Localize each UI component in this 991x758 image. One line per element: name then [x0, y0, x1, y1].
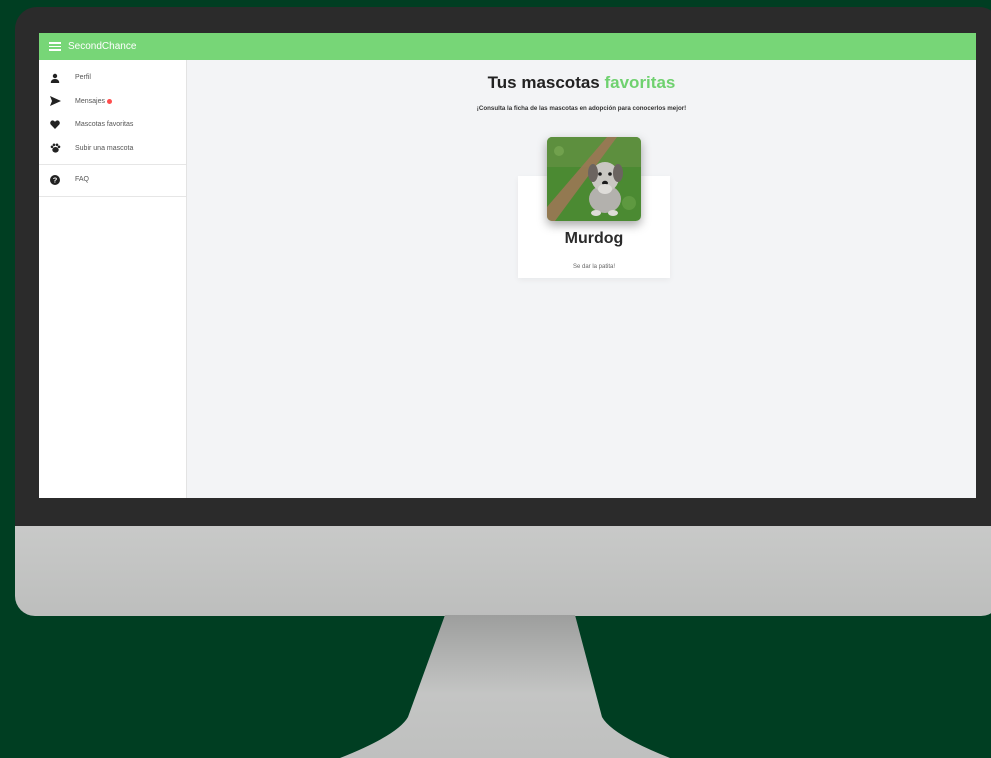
send-icon: [49, 95, 61, 107]
monitor-stand: [340, 615, 670, 758]
top-app-bar: SecondChance: [39, 33, 976, 60]
monitor-chin: [15, 520, 991, 616]
page-subtitle: ¡Consulta la ficha de las mascotas en ad…: [476, 105, 687, 112]
page-title-prefix: Tus mascotas: [487, 73, 605, 92]
app-screen: SecondChance Perfil Mensajes Mascotas fa…: [39, 33, 976, 498]
sidebar: Perfil Mensajes Mascotas favoritas Subir…: [39, 60, 187, 498]
sidebar-item-label: Perfil: [75, 74, 91, 82]
heart-icon: [49, 119, 61, 131]
page-title-accent: favoritas: [604, 73, 676, 92]
sidebar-secondary-group: ? FAQ: [39, 165, 186, 197]
app-title[interactable]: SecondChance: [68, 41, 136, 52]
sidebar-item-subir-una-mascota[interactable]: Subir una mascota: [39, 137, 186, 161]
sidebar-main-group: Perfil Mensajes Mascotas favoritas Subir…: [39, 60, 186, 165]
sidebar-item-perfil[interactable]: Perfil: [39, 66, 186, 90]
sidebar-item-label: Mascotas favoritas: [75, 121, 134, 129]
sidebar-item-mascotas-favoritas[interactable]: Mascotas favoritas: [39, 113, 186, 137]
sidebar-item-mensajes[interactable]: Mensajes: [39, 90, 186, 114]
unread-badge: [106, 98, 112, 104]
main-content: Tus mascotas favoritas ¡Consulta la fich…: [187, 60, 976, 498]
hamburger-menu-icon[interactable]: [49, 42, 61, 51]
pet-name: Murdog: [564, 230, 624, 247]
page-title: Tus mascotas favoritas: [187, 73, 976, 93]
pet-description: Se dar la patita!: [572, 264, 616, 270]
pet-photo[interactable]: [547, 137, 641, 221]
paw-icon: [49, 142, 61, 154]
svg-text:?: ?: [53, 175, 58, 184]
monitor-chin-divider: [15, 520, 991, 526]
user-icon: [49, 72, 61, 84]
help-icon: ?: [49, 174, 61, 186]
sidebar-item-label: Mensajes: [75, 97, 105, 105]
sidebar-item-faq[interactable]: ? FAQ: [39, 168, 186, 192]
sidebar-item-label: FAQ: [75, 176, 90, 184]
sidebar-item-label: Subir una mascota: [75, 144, 134, 152]
